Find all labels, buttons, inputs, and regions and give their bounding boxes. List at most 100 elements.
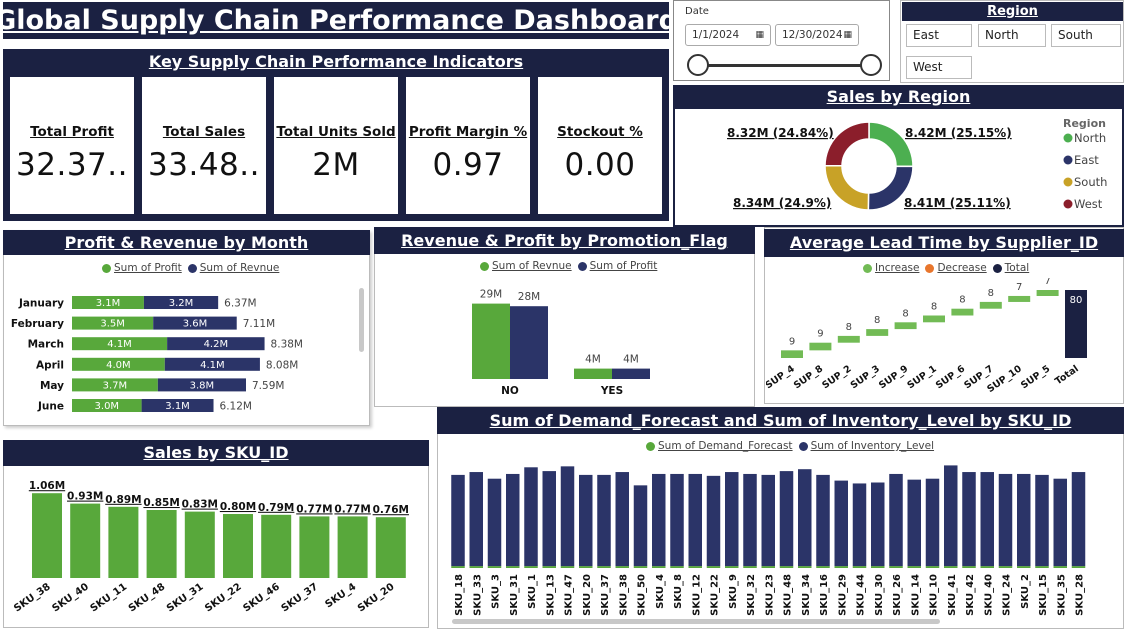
month-bar-label: 3.6M — [183, 319, 208, 330]
month-tick-label: May — [40, 380, 64, 392]
month-bar-label: 3.1M — [165, 401, 190, 412]
lead-tick-label: SUP_6 — [934, 363, 968, 391]
demand-bar — [944, 566, 958, 568]
inventory-bar — [451, 474, 465, 567]
demand-bar — [1035, 566, 1049, 568]
demand-bar — [962, 566, 976, 568]
demand-bar — [852, 566, 867, 568]
month-total-label: 6.37M — [224, 298, 256, 310]
demand-bar — [597, 566, 611, 568]
lead-tick-label: Total — [1053, 363, 1081, 387]
region-legend-swatch-north — [1063, 133, 1073, 143]
lead-data-label: 9 — [789, 336, 795, 347]
demand-tick-label: SKU_42 — [965, 574, 976, 616]
legend-swatch-revenue — [480, 261, 489, 271]
demand-tick-label: SKU_23 — [764, 574, 775, 616]
sku-tick-label: SKU_37 — [280, 581, 321, 614]
demand-tick-label: SKU_3 — [491, 574, 502, 609]
lead-bar-increase — [866, 329, 889, 336]
date-range-end-handle[interactable] — [860, 54, 882, 76]
region-data-label-north: 8.42M (25.15%) — [905, 126, 1012, 140]
month-bar-label: 3.8M — [190, 380, 215, 391]
month-tick-label: March — [28, 339, 64, 351]
inventory-bar — [798, 469, 812, 567]
sku-bar — [337, 516, 368, 578]
promotion-legend: Sum of Revnue Sum of Profit — [480, 260, 657, 272]
legend-label-demand[interactable]: Sum of Demand_Forecast — [658, 440, 793, 452]
legend-label-revenue[interactable]: Sum of Revnue — [492, 260, 572, 272]
region-tile-south[interactable]: South — [1051, 24, 1121, 47]
month-bar-label: 4.2M — [204, 339, 229, 350]
demand-tick-label: SKU_2 — [1020, 574, 1031, 609]
legend-label-increase[interactable]: Increase — [875, 262, 919, 274]
month-total-label: 6.12M — [220, 401, 252, 413]
legend-swatch-demand — [646, 441, 655, 451]
demand-tick-label: SKU_31 — [509, 574, 520, 616]
sku-tick-label: SKU_38 — [12, 581, 53, 614]
lead-tick-label: SUP_3 — [849, 363, 882, 391]
sku-data-label: 0.76M — [373, 504, 409, 516]
legend-label-inventory[interactable]: Sum of Inventory_Level — [811, 440, 934, 452]
demand-bar — [579, 566, 593, 568]
legend-label-profit[interactable]: Sum of Profit — [114, 262, 182, 274]
start-date-input[interactable]: 1/1/2024 ▦ — [685, 24, 771, 46]
sku-data-label: 0.79M — [258, 502, 294, 514]
promo-data-label: 28M — [518, 291, 540, 303]
kpi-value: 33.48.. — [148, 147, 260, 183]
page-title: Global Supply Chain Performance Dashboar… — [0, 5, 678, 36]
demand-bar — [487, 566, 502, 568]
legend-swatch-revenue — [187, 263, 197, 273]
kpi-label: Stockout % — [557, 124, 643, 140]
month-bar-label: 3.5M — [100, 319, 125, 330]
end-date-input[interactable]: 12/30/2024 ▦ — [775, 24, 859, 46]
legend-swatch-increase — [863, 263, 872, 273]
kpi-label: Total Profit — [30, 124, 114, 140]
demand-tick-label: SKU_35 — [1056, 574, 1067, 616]
region-tile-east[interactable]: East — [906, 24, 972, 47]
demand-tick-label: SKU_9 — [728, 574, 739, 609]
region-legend-swatch-east — [1063, 155, 1073, 165]
region-tile-west[interactable]: West — [906, 56, 972, 79]
legend-swatch-profit — [577, 261, 587, 271]
region-legend-label-west: West — [1074, 197, 1103, 211]
demand-bar — [980, 566, 994, 568]
region-slicer: Region East North South West — [900, 0, 1124, 83]
inventory-bar — [962, 472, 976, 567]
region-legend-label-north: North — [1074, 131, 1106, 145]
demand-tick-label: SKU_29 — [837, 574, 848, 616]
sku-sales-header: Sales by SKU_ID — [3, 440, 429, 466]
demand-inventory-header: Sum of Demand_Forecast and Sum of Invent… — [437, 407, 1124, 434]
calendar-icon[interactable]: ▦ — [843, 30, 852, 40]
lead-data-label: 8 — [959, 295, 965, 306]
sku-tick-label: SKU_11 — [89, 581, 130, 614]
legend-label-total[interactable]: Total — [1005, 262, 1030, 274]
inventory-bar — [615, 472, 629, 567]
month-bar-label: 4.1M — [107, 339, 132, 350]
legend-label-revenue[interactable]: Sum of Revnue — [200, 262, 280, 274]
calendar-icon[interactable]: ▦ — [755, 30, 764, 40]
sku-tick-label: SKU_22 — [203, 581, 244, 614]
demand-inventory-scrollbar[interactable] — [452, 619, 940, 624]
legend-label-profit[interactable]: Sum of Profit — [590, 260, 658, 272]
region-tile-north[interactable]: North — [978, 24, 1046, 47]
sku-bar — [108, 506, 139, 578]
demand-tick-label: SKU_12 — [691, 574, 702, 616]
lead-tick-label: SUP_5 — [1019, 363, 1052, 391]
date-range-start-handle[interactable] — [687, 54, 709, 76]
sku-data-label: 0.83M — [182, 499, 218, 511]
month-tick-label: February — [11, 318, 64, 330]
start-date-value: 1/1/2024 — [692, 29, 740, 41]
donut-slice-south — [824, 164, 870, 211]
profit-revenue-chart: January 3.1M 3.2M 6.37M February 3.5M 3.6M 7.11… — [11, 296, 303, 413]
legend-swatch-profit — [102, 263, 111, 273]
month-tick-label: January — [18, 298, 64, 310]
demand-bar — [1017, 566, 1031, 568]
demand-bar — [998, 566, 1013, 568]
date-range-track[interactable] — [698, 64, 874, 67]
sku-data-label: 0.80M — [220, 501, 256, 513]
inventory-bar — [597, 474, 611, 567]
sku-bar — [146, 510, 177, 578]
legend-label-decrease[interactable]: Decrease — [937, 262, 986, 274]
month-total-label: 7.11M — [243, 318, 275, 330]
profit-revenue-scrollbar[interactable] — [359, 288, 364, 352]
